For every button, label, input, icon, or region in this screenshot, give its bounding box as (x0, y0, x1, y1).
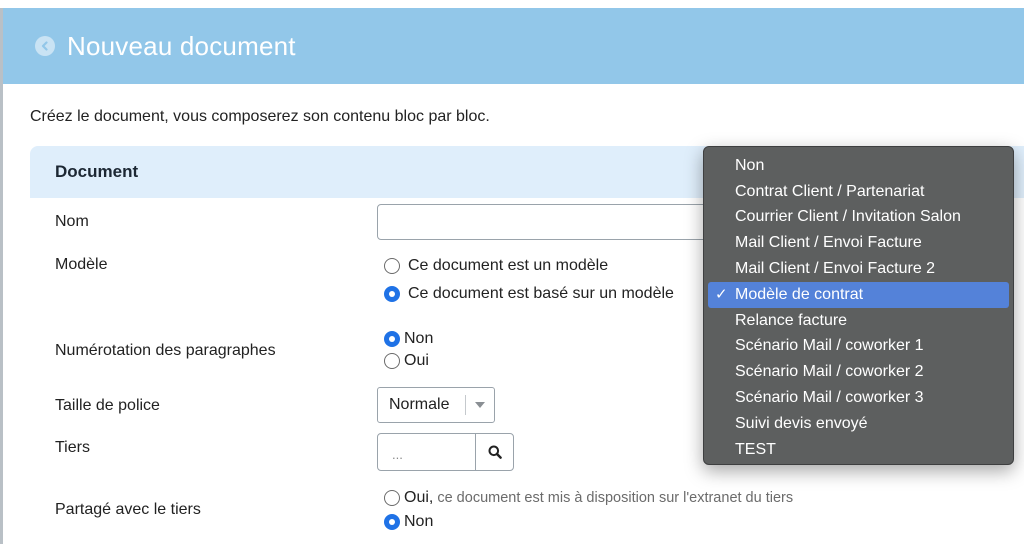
numbering-option-label: Non (404, 330, 434, 347)
numbering-option-oui[interactable]: Oui (384, 352, 429, 370)
tiers-search-group[interactable]: ... (377, 433, 514, 471)
back-arrow-icon[interactable] (35, 36, 55, 56)
dropdown-option[interactable]: Relance facture (708, 308, 1009, 334)
shared-option-oui[interactable]: Oui, ce document est mis à disposition s… (384, 489, 793, 507)
tiers-label: Tiers (55, 439, 90, 456)
numbering-label: Numérotation des paragraphes (55, 342, 276, 359)
option-label: Relance facture (735, 311, 848, 329)
model-dropdown-menu[interactable]: Non Contrat Client / Partenariat Courrie… (703, 146, 1014, 465)
option-label: Scénario Mail / coworker 3 (735, 389, 924, 407)
caret-down-icon[interactable] (466, 402, 494, 408)
font-size-label: Taille de police (55, 397, 160, 414)
numbering-option-non[interactable]: Non (384, 330, 433, 348)
option-label: Non (735, 156, 765, 174)
dropdown-option[interactable]: Scénario Mail / coworker 3 (708, 385, 1009, 411)
option-label: Courrier Client / Invitation Salon (735, 208, 961, 226)
option-label: Scénario Mail / coworker 1 (735, 337, 924, 355)
intro-text: Créez le document, vous composerez son c… (30, 108, 490, 125)
dropdown-option[interactable]: Scénario Mail / coworker 1 (708, 334, 1009, 360)
page-title: Nouveau document (67, 30, 296, 61)
model-option-label: Ce document est un modèle (408, 257, 609, 274)
dropdown-option[interactable]: Suivi devis envoyé (708, 411, 1009, 437)
model-option-label: Ce document est basé sur un modèle (408, 285, 674, 302)
radio-button[interactable] (384, 258, 400, 274)
panel-title: Document (55, 162, 139, 181)
dropdown-option[interactable]: Non (708, 153, 1009, 179)
shared-yes-label: Oui, (404, 489, 434, 506)
font-size-select[interactable]: Normale (377, 387, 495, 423)
shared-label: Partagé avec le tiers (55, 501, 201, 518)
model-option-template[interactable]: Ce document est un modèle (384, 257, 608, 275)
radio-button[interactable] (384, 353, 400, 369)
radio-button-selected[interactable] (384, 286, 400, 302)
dropdown-option[interactable]: Scénario Mail / coworker 2 (708, 359, 1009, 385)
tiers-input[interactable]: ... (378, 434, 476, 470)
dropdown-option-selected[interactable]: ✓ Modèle de contrat (708, 281, 1009, 308)
search-button[interactable] (476, 434, 513, 470)
shared-yes-hint: ce document est mis à disposition sur l'… (437, 490, 794, 506)
search-icon (488, 445, 502, 459)
option-label: Suivi devis envoyé (735, 414, 868, 432)
option-label: Mail Client / Envoi Facture 2 (735, 260, 936, 278)
left-edge (0, 8, 3, 544)
option-label: Modèle de contrat (735, 285, 864, 303)
dropdown-option[interactable]: TEST (708, 437, 1009, 463)
option-label: Mail Client / Envoi Facture (735, 234, 922, 252)
dropdown-option[interactable]: Mail Client / Envoi Facture 2 (708, 256, 1009, 282)
model-option-based-on[interactable]: Ce document est basé sur un modèle (384, 285, 674, 303)
dropdown-option[interactable]: Contrat Client / Partenariat (708, 179, 1009, 205)
page-header: Nouveau document (3, 8, 1024, 84)
checkmark-icon: ✓ (715, 285, 728, 303)
radio-button-selected[interactable] (384, 514, 400, 530)
shared-no-label: Non (404, 513, 434, 530)
model-label: Modèle (55, 256, 108, 273)
top-strip (0, 0, 1024, 8)
option-label: TEST (735, 440, 776, 458)
name-input[interactable] (377, 204, 717, 240)
numbering-option-label: Oui (404, 352, 429, 369)
option-label: Scénario Mail / coworker 2 (735, 363, 924, 381)
radio-button[interactable] (384, 490, 400, 506)
name-label: Nom (55, 213, 89, 230)
dropdown-option[interactable]: Mail Client / Envoi Facture (708, 230, 1009, 256)
shared-option-non[interactable]: Non (384, 513, 433, 531)
dropdown-option[interactable]: Courrier Client / Invitation Salon (708, 205, 1009, 231)
option-label: Contrat Client / Partenariat (735, 182, 925, 200)
radio-button-selected[interactable] (384, 331, 400, 347)
font-size-value: Normale (389, 396, 450, 413)
